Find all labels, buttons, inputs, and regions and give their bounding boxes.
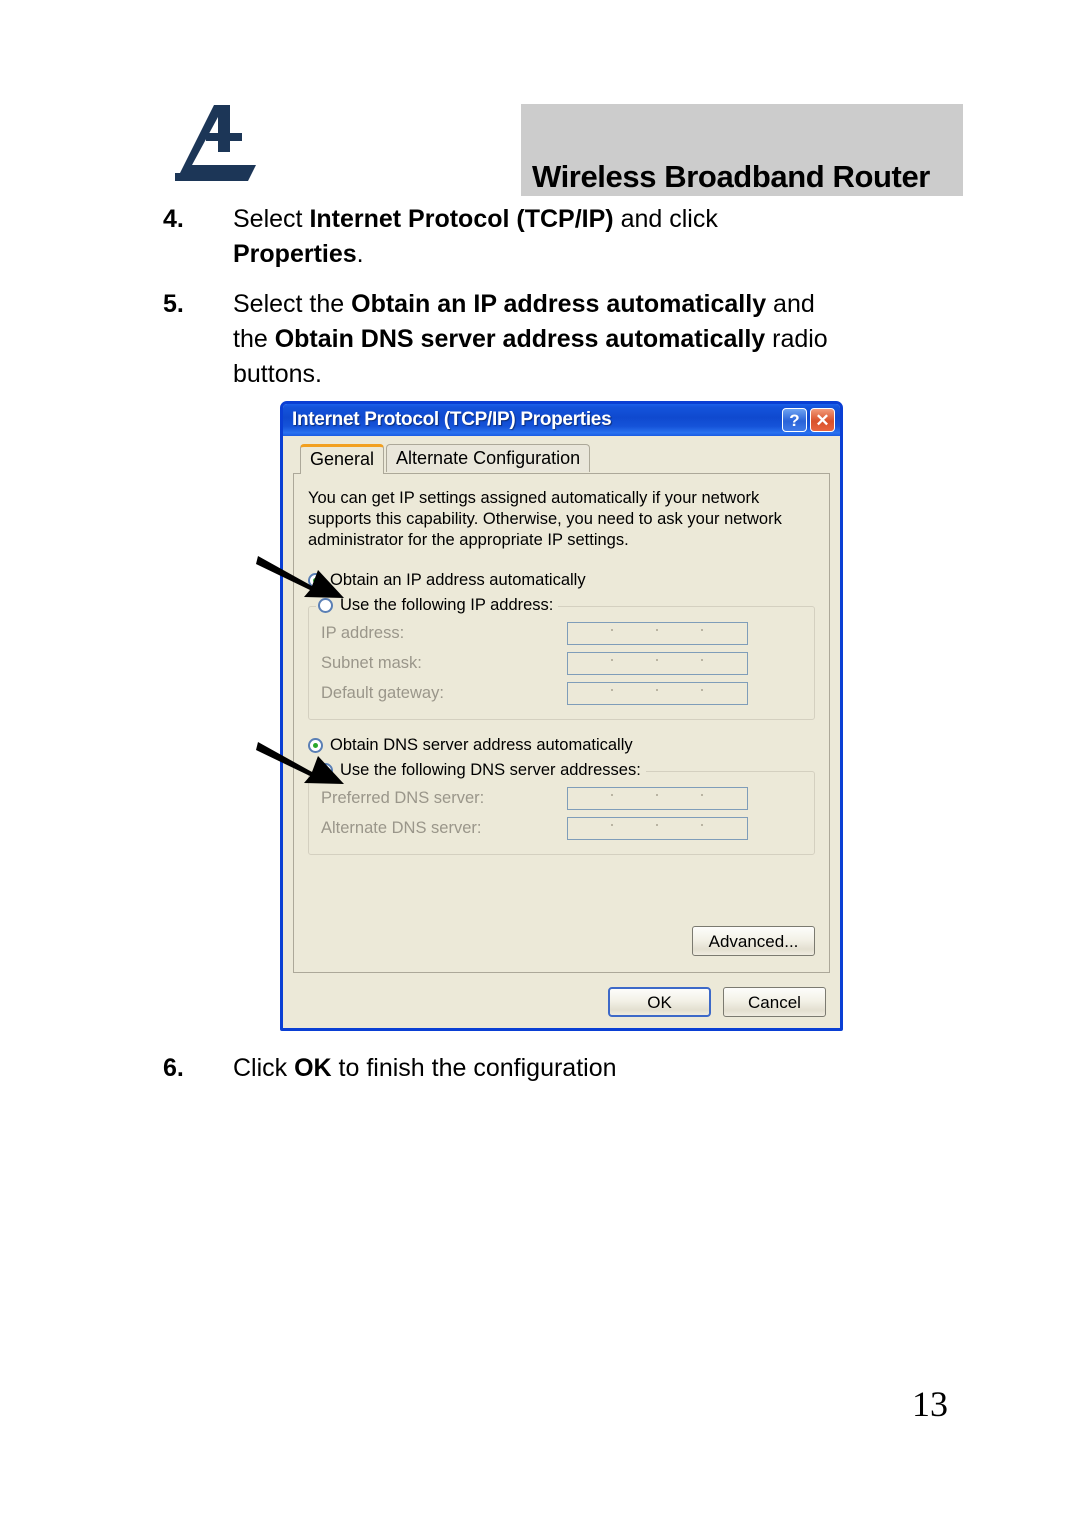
tabstrip: General Alternate Configuration <box>293 444 830 474</box>
preferred-dns-input[interactable] <box>567 786 748 810</box>
step4-seg-d: Properties <box>233 240 357 268</box>
step5-seg-a: Select the <box>233 290 352 318</box>
subnet-mask-input[interactable] <box>567 651 748 675</box>
obtain-dns-automatically-radio[interactable] <box>308 738 323 753</box>
instruction-step-5: 5. Select the Obtain an IP address autom… <box>163 287 963 392</box>
close-icon[interactable]: ✕ <box>810 408 835 432</box>
alternate-dns-input[interactable] <box>567 816 748 840</box>
obtain-ip-automatically-label: Obtain an IP address automatically <box>330 571 586 589</box>
step-4-number: 4. <box>163 205 184 233</box>
use-following-ip-legend[interactable]: Use the following IP address: <box>316 596 559 615</box>
step4-seg-e: . <box>356 240 364 268</box>
default-gateway-row: Default gateway: <box>321 678 802 708</box>
tab-alternate-configuration[interactable]: Alternate Configuration <box>386 444 591 472</box>
step4-seg-a: Select <box>233 205 310 233</box>
internet-protocol-properties-dialog: Internet Protocol (TCP/IP) Properties ? … <box>280 401 843 1031</box>
tab-general[interactable]: General <box>300 444 385 474</box>
ip-address-input[interactable] <box>567 621 748 645</box>
ip-address-label: IP address: <box>321 623 405 642</box>
use-following-dns-group: Use the following DNS server addresses: … <box>308 761 815 855</box>
dialog-footer: OK Cancel <box>293 973 830 1028</box>
obtain-dns-automatically-label: Obtain DNS server address automatically <box>330 736 633 754</box>
dialog-body: General Alternate Configuration You can … <box>283 436 840 1028</box>
subnet-mask-row: Subnet mask: <box>321 648 802 678</box>
step5-seg-f: radio <box>765 325 828 353</box>
step6-seg-b: OK <box>294 1054 332 1082</box>
obtain-ip-automatically-row[interactable]: Obtain an IP address automatically <box>308 571 815 590</box>
subnet-mask-label: Subnet mask: <box>321 653 422 672</box>
step-5-text: Select the Obtain an IP address automati… <box>233 287 963 392</box>
page-title: Wireless Broadband Router <box>532 159 930 194</box>
step5-seg-b: Obtain an IP address automatically <box>351 290 767 318</box>
dialog-title: Internet Protocol (TCP/IP) Properties <box>292 409 612 430</box>
dialog-titlebar[interactable]: Internet Protocol (TCP/IP) Properties ? … <box>283 404 840 436</box>
product-header-band: Wireless Broadband Router <box>521 104 963 196</box>
use-following-ip-label: Use the following IP address: <box>340 596 554 614</box>
use-following-dns-label: Use the following DNS server addresses: <box>340 761 641 779</box>
default-gateway-input[interactable] <box>567 681 748 705</box>
step-4-text: Select Internet Protocol (TCP/IP) and cl… <box>233 202 963 272</box>
intro-text: You can get IP settings assigned automat… <box>308 489 782 549</box>
use-following-dns-radio[interactable] <box>318 763 333 778</box>
step-6-text: Click OK to finish the configuration <box>233 1051 963 1086</box>
tab-panel-general: You can get IP settings assigned automat… <box>293 473 830 973</box>
page-number: 13 <box>912 1384 948 1424</box>
use-following-ip-radio[interactable] <box>318 598 333 613</box>
ip-address-row: IP address: <box>321 618 802 648</box>
preferred-dns-row: Preferred DNS server: <box>321 783 802 813</box>
use-following-dns-legend[interactable]: Use the following DNS server addresses: <box>316 761 646 780</box>
instruction-step-6: 6. Click OK to finish the configuration <box>163 1051 963 1086</box>
cancel-button[interactable]: Cancel <box>723 987 826 1017</box>
step5-seg-g: buttons. <box>233 360 322 388</box>
obtain-dns-automatically-row[interactable]: Obtain DNS server address automatically <box>308 736 815 755</box>
atlantis-land-logo <box>170 103 256 185</box>
default-gateway-label: Default gateway: <box>321 683 444 702</box>
step4-seg-b: Internet Protocol (TCP/IP) <box>309 205 614 233</box>
advanced-button[interactable]: Advanced... <box>692 926 815 956</box>
ok-button[interactable]: OK <box>608 987 711 1017</box>
step5-seg-c: and <box>766 290 815 318</box>
step5-seg-d: the <box>233 325 275 353</box>
preferred-dns-label: Preferred DNS server: <box>321 788 485 807</box>
step6-seg-a: Click <box>233 1054 295 1082</box>
instruction-step-4: 4. Select Internet Protocol (TCP/IP) and… <box>163 202 963 272</box>
obtain-ip-automatically-radio[interactable] <box>308 573 323 588</box>
step-5-number: 5. <box>163 290 184 318</box>
step-6-number: 6. <box>163 1054 184 1082</box>
alternate-dns-label: Alternate DNS server: <box>321 818 482 837</box>
use-following-ip-group: Use the following IP address: IP address… <box>308 596 815 720</box>
step5-seg-e: Obtain DNS server address automatically <box>274 325 766 353</box>
alternate-dns-row: Alternate DNS server: <box>321 813 802 843</box>
step6-seg-c: to finish the configuration <box>331 1054 617 1082</box>
step4-seg-c: and click <box>613 205 718 233</box>
help-icon[interactable]: ? <box>782 408 807 432</box>
